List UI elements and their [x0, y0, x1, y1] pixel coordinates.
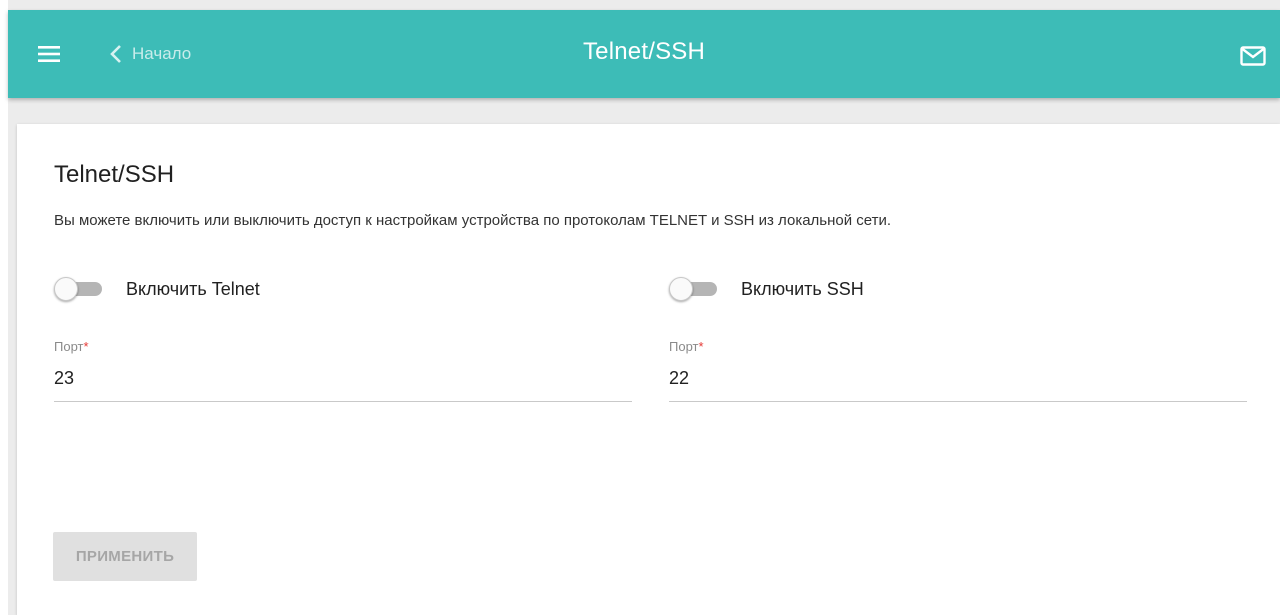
envelope-icon[interactable] [1240, 46, 1266, 66]
toggle-thumb [54, 277, 78, 301]
required-mark: * [698, 339, 704, 354]
page-left-edge [0, 0, 8, 615]
ssh-toggle-label: Включить SSH [741, 278, 864, 299]
ssh-port-input[interactable] [669, 368, 1247, 402]
ssh-toggle-switch[interactable] [669, 277, 719, 301]
ssh-port-field: Порт* [669, 339, 1247, 402]
telnet-port-label: Порт [54, 339, 84, 354]
telnet-port-label-wrap: Порт* [54, 339, 632, 354]
toggle-thumb [669, 277, 693, 301]
telnet-port-field: Порт* [54, 339, 632, 402]
ssh-port-label-wrap: Порт* [669, 339, 1247, 354]
telnet-toggle-switch[interactable] [54, 277, 104, 301]
required-mark: * [83, 339, 89, 354]
page-description: Вы можете включить или выключить доступ … [54, 212, 892, 229]
telnet-port-input[interactable] [54, 368, 632, 402]
page-title: Telnet/SSH [54, 161, 175, 188]
settings-card: Telnet/SSH Вы можете включить или выключ… [17, 124, 1280, 615]
ssh-port-label: Порт [669, 339, 699, 354]
app-header: Начало Telnet/SSH [8, 10, 1280, 98]
ssh-toggle-row[interactable]: Включить SSH [669, 277, 864, 301]
telnet-toggle-label: Включить Telnet [126, 278, 260, 299]
apply-button[interactable]: ПРИМЕНИТЬ [53, 532, 197, 581]
header-title: Telnet/SSH [582, 38, 706, 65]
telnet-toggle-row[interactable]: Включить Telnet [54, 277, 260, 301]
